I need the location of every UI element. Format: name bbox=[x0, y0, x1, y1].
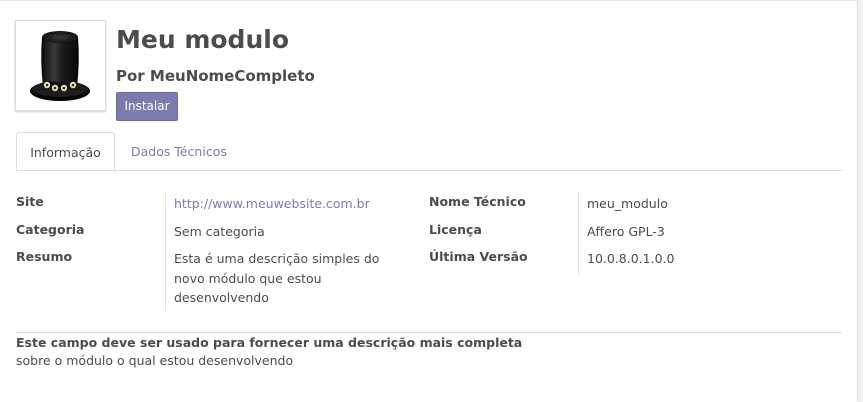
ultima-versao-value: 10.0.8.0.1.0.0 bbox=[587, 251, 675, 266]
module-title: Meu modulo bbox=[116, 25, 289, 54]
site-label: Site bbox=[16, 194, 44, 209]
licenca-label: Licença bbox=[429, 222, 482, 237]
licenca-value: Affero GPL-3 bbox=[587, 224, 665, 239]
install-button[interactable]: Instalar bbox=[116, 92, 178, 121]
description-text: sobre o módulo o qual estou desenvolvend… bbox=[16, 353, 294, 368]
left-column-divider bbox=[165, 191, 166, 311]
module-author: Por MeuNomeCompleto bbox=[116, 67, 315, 85]
tabs-divider bbox=[16, 170, 842, 171]
site-link[interactable]: http://www.meuwebsite.com.br bbox=[174, 196, 370, 211]
resumo-label: Resumo bbox=[16, 249, 73, 264]
top-hat-icon bbox=[30, 31, 90, 101]
tab-dados-tecnicos[interactable]: Dados Técnicos bbox=[131, 132, 227, 170]
description-heading: Este campo deve ser usado para fornecer … bbox=[16, 335, 523, 350]
nome-tecnico-label: Nome Técnico bbox=[429, 194, 526, 209]
description-divider bbox=[16, 332, 842, 333]
resumo-value: Esta é uma descrição simples do novo mód… bbox=[174, 251, 380, 305]
module-form-sheet: Meu modulo Por MeuNomeCompleto Instalar … bbox=[0, 0, 858, 401]
right-column-divider bbox=[578, 191, 579, 275]
ultima-versao-label: Última Versão bbox=[429, 249, 528, 264]
module-logo bbox=[15, 20, 106, 111]
nome-tecnico-value: meu_modulo bbox=[587, 196, 668, 211]
scrollbar-track[interactable] bbox=[858, 0, 863, 402]
categoria-label: Categoria bbox=[16, 222, 85, 237]
categoria-value: Sem categoria bbox=[174, 224, 265, 239]
tab-informacao[interactable]: Informação bbox=[16, 132, 115, 172]
